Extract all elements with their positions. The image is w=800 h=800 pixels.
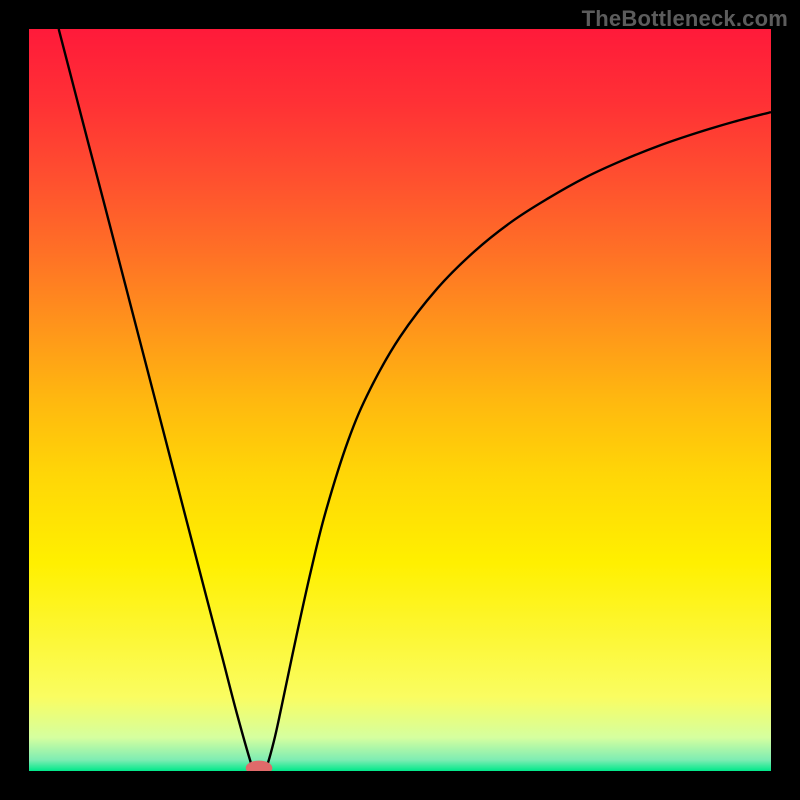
chart-background — [29, 29, 771, 771]
chart-svg — [29, 29, 771, 771]
chart-plot-area — [29, 29, 771, 771]
